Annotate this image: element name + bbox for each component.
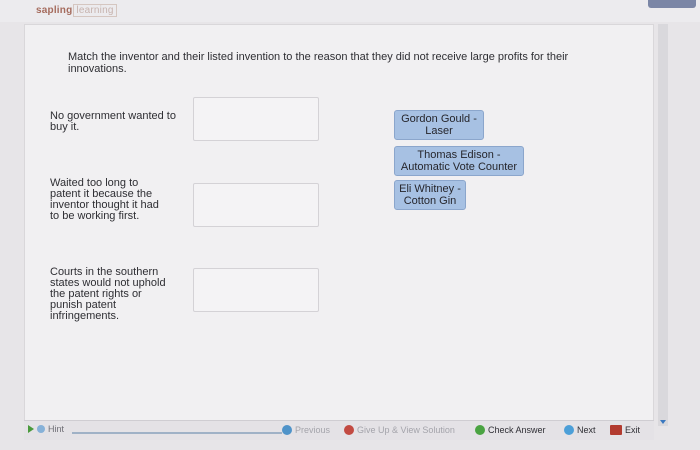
question-text: Match the inventor and their listed inve… [68, 51, 569, 75]
previous-button[interactable]: Previous [282, 425, 330, 435]
top-bar: sapling learning [0, 0, 700, 22]
drop-target-2[interactable] [193, 183, 319, 227]
sapling-logo: sapling learning [36, 4, 117, 17]
check-answer-label: Check Answer [488, 425, 546, 435]
reason-3: Courts in the southern states would not … [50, 266, 166, 322]
brand-name: sapling [36, 5, 73, 16]
reason-1: No government wanted to buy it. [50, 110, 176, 133]
hint-button[interactable]: Hint [28, 424, 64, 434]
choice-gordon-gould-laser[interactable]: Gordon Gould - Laser [394, 110, 484, 140]
choice-eli-whitney-cotton-gin[interactable]: Eli Whitney - Cotton Gin [394, 180, 466, 210]
next-button[interactable]: Next [564, 425, 596, 435]
checkmark-icon [475, 425, 485, 435]
hint-label: Hint [48, 424, 65, 434]
exit-icon [610, 425, 622, 435]
scroll-down-arrow-icon[interactable] [660, 420, 666, 424]
exit-label: Exit [625, 425, 641, 435]
give-up-icon [344, 425, 354, 435]
brand-suffix: learning [73, 4, 117, 17]
bottom-toolbar [24, 420, 654, 440]
expand-arrow-icon [28, 425, 34, 433]
check-answer-button[interactable]: Check Answer [475, 425, 546, 435]
previous-icon [282, 425, 292, 435]
drop-target-1[interactable] [193, 97, 319, 141]
hint-divider [72, 432, 282, 434]
window-menu-button[interactable] [648, 0, 696, 8]
drop-target-3[interactable] [193, 268, 319, 312]
vertical-scrollbar[interactable] [658, 24, 668, 426]
next-label: Next [577, 425, 596, 435]
reason-2: Waited too long to patent it because the… [50, 177, 159, 222]
exit-button[interactable]: Exit [610, 425, 640, 435]
choice-thomas-edison-vote-counter[interactable]: Thomas Edison - Automatic Vote Counter [394, 146, 524, 176]
previous-label: Previous [295, 425, 331, 435]
lightbulb-icon [37, 425, 45, 433]
give-up-button[interactable]: Give Up & View Solution [344, 425, 455, 435]
question-panel [24, 24, 654, 426]
next-icon [564, 425, 574, 435]
give-up-label: Give Up & View Solution [357, 425, 455, 435]
